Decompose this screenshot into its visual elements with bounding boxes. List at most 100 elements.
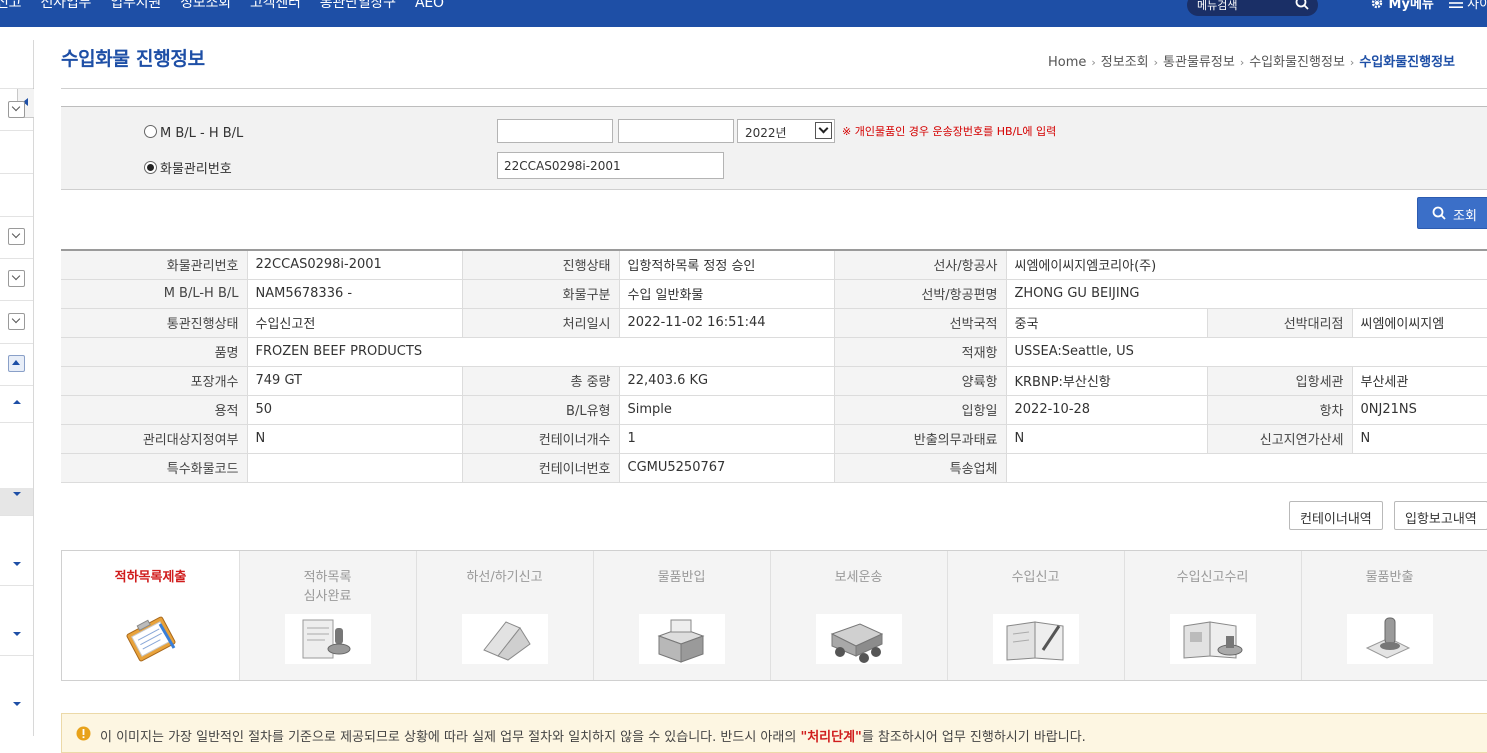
caret-down-icon[interactable] <box>13 562 21 566</box>
step-label: 수입신고 <box>1011 570 1060 585</box>
hamburger-icon <box>1449 0 1463 13</box>
label-processed-at: 처리일시 <box>462 308 620 338</box>
value-vessel-nationality: 중국 <box>1006 308 1208 338</box>
menu-search <box>1187 0 1318 16</box>
sidebar-divider <box>0 385 33 386</box>
breadcrumb-home[interactable]: Home <box>1048 55 1086 70</box>
sidebar-divider <box>0 343 33 344</box>
breadcrumb-info-query[interactable]: 정보조회 <box>1101 55 1149 70</box>
cargo-info-table: 화물관리번호 22CCAS0298i-2001 진행상태 입항적하목록 정정 승… <box>61 249 1487 483</box>
breadcrumb-import-cargo[interactable]: 수입화물진행정보 <box>1249 55 1345 70</box>
title-divider <box>61 88 1487 89</box>
label-managed-target: 관리대상지정여부 <box>61 424 248 454</box>
mymenu-link[interactable]: My메뉴 <box>1370 0 1434 14</box>
label-bl: M B/L-H B/L <box>61 279 248 309</box>
value-carrier: 씨엠에이씨지엠코리아(주) <box>1006 250 1487 280</box>
query-button[interactable]: 조회 <box>1417 197 1487 229</box>
cargo-no-input[interactable] <box>497 152 724 179</box>
sidebar-divider <box>0 655 33 656</box>
radio-bl-option[interactable]: M B/L - H B/L <box>144 125 243 141</box>
truck-icon <box>816 614 902 664</box>
sidebar-divider <box>0 88 33 89</box>
label-status: 진행상태 <box>462 250 620 280</box>
top-navigation: 신고 선사업무 업무지원 정보조회 고객센터 통관단일창구 AEO My메뉴 사… <box>0 0 1487 27</box>
step-import-approval[interactable]: 수입신고수리 <box>1124 551 1302 680</box>
step-label: 물품반입 <box>657 570 706 585</box>
step-label: 보세운송 <box>834 570 883 585</box>
value-total-weight: 22,403.6 KG <box>619 366 835 396</box>
chevron-right-icon: › <box>1349 56 1355 69</box>
caret-down-icon[interactable] <box>13 632 21 636</box>
sitemap-link[interactable]: 사이 <box>1449 0 1487 13</box>
value-clearance-status: 수입신고전 <box>247 308 463 338</box>
mbl-input[interactable] <box>497 119 613 143</box>
value-managed-target: N <box>247 424 463 454</box>
table-row: 포장개수 749 GT 총 중량 22,403.6 KG 양륙항 KRBNP:부… <box>61 366 1487 396</box>
container-list-button[interactable]: 컨테이너내역 <box>1289 501 1383 530</box>
label-vessel-nationality: 선박국적 <box>834 308 1007 338</box>
step-unloading-report[interactable]: 하선/하기신고 <box>416 551 594 680</box>
sidebar-divider <box>0 300 33 301</box>
notice-highlight[interactable]: "처리단계" <box>800 730 861 745</box>
caret-up-icon[interactable] <box>13 400 21 404</box>
laptop-icon <box>462 614 548 664</box>
value-vessel: ZHONG GU BEIJING <box>1006 279 1487 309</box>
value-bl: NAM5678336 - <box>247 279 463 309</box>
notice-text-after: 를 참조하시어 업무 진행하시기 바랍니다. <box>861 730 1086 745</box>
value-container-no: CGMU5250767 <box>619 453 835 483</box>
value-bl-type: Simple <box>619 395 835 425</box>
year-select[interactable]: 2022년 <box>737 119 835 143</box>
nav-item-single-window[interactable]: 통관단일창구 <box>320 0 396 12</box>
hbl-input[interactable] <box>618 119 734 143</box>
nav-item-work-support[interactable]: 업무지원 <box>110 0 161 12</box>
search-icon[interactable] <box>1295 0 1309 14</box>
arrival-report-button[interactable]: 입항보고내역 <box>1394 501 1487 530</box>
approval-book-icon <box>1170 614 1256 664</box>
sidebar-expand-toggle[interactable] <box>8 270 25 287</box>
label-loading-port: 적재항 <box>834 337 1007 367</box>
label-container-count: 컨테이너개수 <box>462 424 620 454</box>
sidebar-collapse-toggle[interactable] <box>8 355 25 372</box>
mymenu-label: My메뉴 <box>1388 0 1434 12</box>
sidebar-expand-toggle[interactable] <box>8 101 25 118</box>
table-row: 특수화물코드 컨테이너번호 CGMU5250767 특송업체 <box>61 453 1487 483</box>
caret-down-icon[interactable] <box>13 702 21 706</box>
radio-bl[interactable] <box>144 125 157 138</box>
step-bonded-transport[interactable]: 보세운송 <box>770 551 948 680</box>
sidebar-divider <box>0 585 33 586</box>
label-package-count: 포장개수 <box>61 366 248 396</box>
step-manifest-review[interactable]: 적하목록 심사완료 <box>239 551 417 680</box>
step-goods-release[interactable]: 물품반출 <box>1301 551 1478 680</box>
clipboard-icon <box>108 614 194 664</box>
step-label: 적하목록제출 <box>114 570 187 585</box>
menu-search-input[interactable] <box>1197 0 1287 12</box>
radio-cargo-no[interactable] <box>144 161 157 174</box>
value-cargo-no: 22CCAS0298i-2001 <box>247 250 463 280</box>
nav-item-info-query[interactable]: 정보조회 <box>180 0 231 12</box>
sidebar-expand-toggle[interactable] <box>8 313 25 330</box>
page-title: 수입화물 진행정보 <box>61 48 205 70</box>
nav-item-declaration[interactable]: 신고 <box>0 0 22 12</box>
nav-item-aeo[interactable]: AEO <box>415 0 444 11</box>
notice-text-before: 이 이미지는 가장 일반적인 절차를 기준으로 제공되므로 상황에 따라 실제 … <box>100 730 801 745</box>
chevron-down-icon[interactable] <box>815 122 832 139</box>
value-late-penalty: N <box>1352 424 1487 454</box>
step-manifest-submit[interactable]: 적하목록제출 <box>62 551 240 680</box>
step-goods-carry-in[interactable]: 물품반입 <box>593 551 771 680</box>
value-special-cargo-code <box>247 453 463 483</box>
breadcrumb-logistics-info[interactable]: 통관물류정보 <box>1163 55 1235 70</box>
sidebar-divider <box>0 216 33 217</box>
sidebar-expand-toggle[interactable] <box>8 228 25 245</box>
radio-cargo-option[interactable]: 화물관리번호 <box>144 158 232 177</box>
label-late-penalty: 신고지연가산세 <box>1207 424 1353 454</box>
nav-item-carrier-work[interactable]: 선사업무 <box>40 0 91 12</box>
main-menu: 신고 선사업무 업무지원 정보조회 고객센터 통관단일창구 AEO <box>0 0 458 12</box>
value-item-name: FROZEN BEEF PRODUCTS <box>247 337 835 367</box>
step-import-declaration[interactable]: 수입신고 <box>947 551 1125 680</box>
caret-down-icon[interactable] <box>13 492 21 496</box>
nav-item-customer-center[interactable]: 고객센터 <box>250 0 301 12</box>
gear-icon <box>1370 0 1384 14</box>
sidebar-divider <box>0 258 33 259</box>
value-unloading-port: KRBNP:부산신항 <box>1006 366 1208 396</box>
value-volume: 50 <box>247 395 463 425</box>
